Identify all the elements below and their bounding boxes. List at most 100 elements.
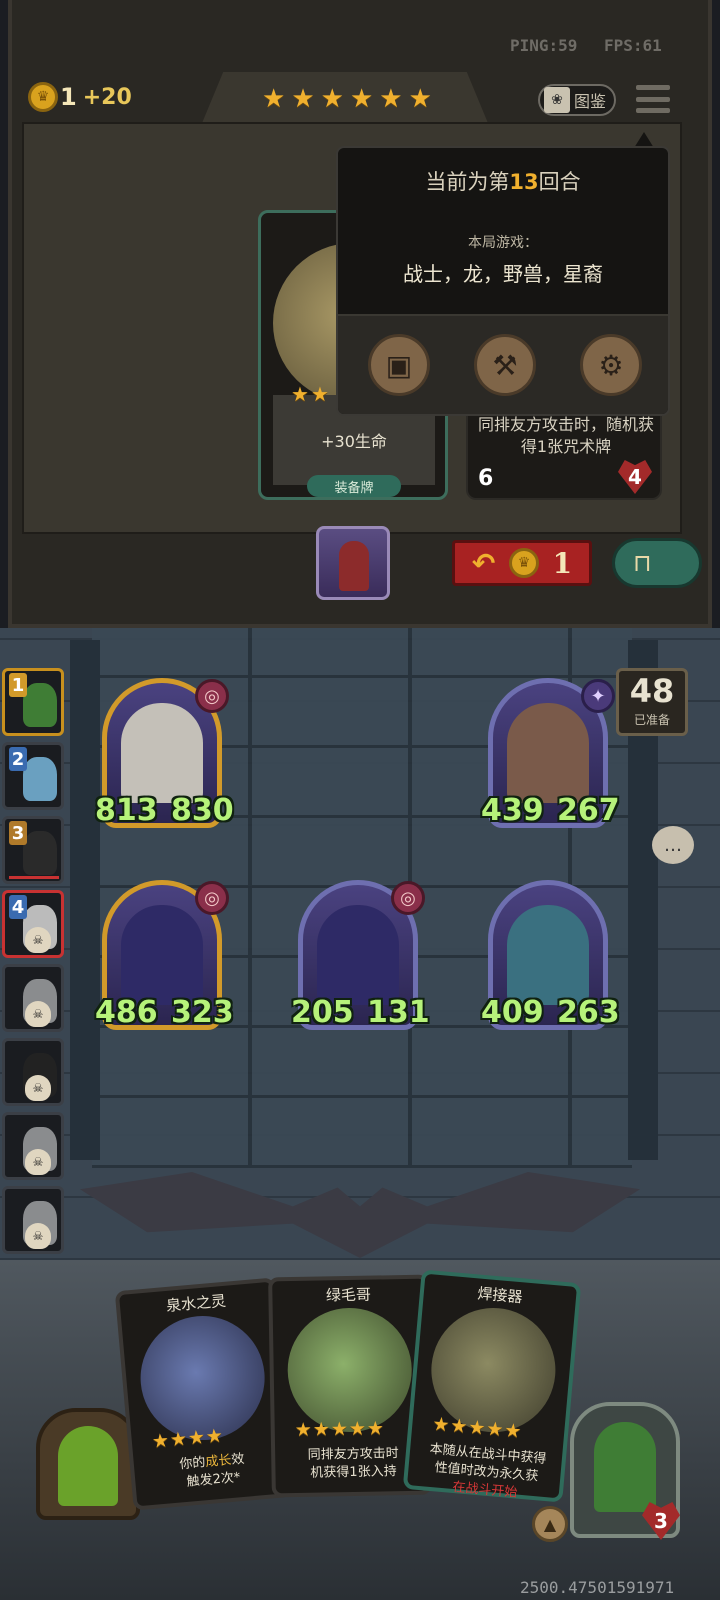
ping-readout: PING:59 — [510, 36, 578, 55]
player-avatar — [23, 757, 57, 801]
swirl-badge-icon: ◎ — [195, 679, 229, 713]
skull-icon: ☠ — [25, 1223, 51, 1249]
crown-coin-icon: ♛ — [28, 82, 58, 112]
refresh-cost: 1 — [552, 546, 573, 580]
rank-number: 1 — [9, 673, 27, 697]
card-stars: ★ ★ — [291, 381, 329, 407]
card-title: 焊接器 — [476, 1284, 524, 1307]
rank-number: 4 — [9, 895, 27, 919]
card-art — [286, 1306, 413, 1434]
board-minion[interactable]: ✦ 439 267 — [481, 678, 620, 828]
gear-icon[interactable]: ⚙ — [580, 334, 642, 396]
debug-readout: 2500.47501591971 — [520, 1578, 675, 1597]
axe-icon[interactable]: ⚒ — [474, 334, 536, 396]
card-health: 4 — [618, 460, 652, 494]
player-rank-list: 1 2 3 ☠ 4 ☠ ☠ ☠ ☠ — [2, 668, 70, 1260]
opponent-hero-portrait[interactable] — [316, 526, 390, 600]
rank-entry[interactable]: 3 — [2, 816, 64, 884]
ready-count: 48 — [629, 672, 675, 710]
skull-icon: ☠ — [25, 1149, 51, 1175]
rank-entry[interactable]: ☠ — [2, 1112, 64, 1180]
rank-entry[interactable]: ☠ — [2, 1038, 64, 1106]
card-stars: ★ ★ ★ ★ ★ — [294, 1417, 385, 1441]
rank-entry[interactable]: 1 — [2, 668, 64, 736]
swirl-badge-icon: ◎ — [195, 881, 229, 915]
card-stars: ★ ★ ★ ★ — [151, 1424, 224, 1453]
board-minion[interactable]: 409 263 — [481, 880, 620, 1030]
crown-coin-icon: ♛ — [508, 548, 539, 578]
card-attack: 6 — [478, 466, 494, 491]
padlock-icon: ⊓ — [633, 549, 652, 577]
minion-art — [507, 905, 589, 1005]
tier-star: ★ — [320, 84, 344, 114]
minion-health: 267 — [557, 793, 620, 828]
rank-entry-self[interactable]: ☠ 4 — [2, 890, 64, 958]
minion-attack: 813 — [95, 793, 158, 828]
rank-number: 3 — [9, 821, 27, 845]
ready-label: 已准备 — [633, 713, 670, 727]
tier-star: ★ — [379, 84, 403, 114]
card-book-icon[interactable]: ▣ — [368, 334, 430, 396]
board-minion[interactable]: ◎ 205 131 — [291, 880, 430, 1030]
codex-button[interactable]: ❀ 图鉴 — [538, 84, 616, 116]
tribes-list: 战士，龙，野兽，星裔 — [403, 262, 603, 286]
skull-icon: ☠ — [25, 927, 51, 953]
rank-entry[interactable]: 2 — [2, 742, 64, 810]
round-text: 当前为第13回合 — [425, 170, 581, 194]
minion-attack: 486 — [95, 995, 158, 1030]
minion-attack: 205 — [291, 995, 354, 1030]
gold-income: +20 — [82, 84, 132, 110]
card-star: ★ — [291, 382, 309, 406]
card-text: 同排友方攻击时，随机获得1张咒术牌 — [477, 415, 654, 456]
card-text: 同排友方攻击时 机获得1张入持 — [307, 1446, 399, 1481]
skull-icon: ☠ — [25, 1001, 51, 1027]
book-icon: ❀ — [544, 87, 570, 113]
player-avatar — [23, 831, 57, 875]
refresh-shop-button[interactable]: ↶ ♛ 1 — [452, 540, 592, 586]
menu-button[interactable] — [636, 82, 670, 116]
minion-health: 263 — [557, 995, 620, 1030]
minion-health: 830 — [171, 793, 234, 828]
tier-star: ★ — [262, 84, 286, 114]
ready-counter: 48 已准备 — [616, 668, 688, 736]
board-minion[interactable]: ◎ 486 323 — [95, 880, 234, 1030]
rank-health-bar — [9, 876, 59, 879]
star-badge-icon: ✦ — [581, 679, 615, 713]
gold-value: 1 — [60, 83, 77, 111]
fps-readout: FPS:61 — [604, 36, 662, 55]
tavern-tier-stars: ★ ★ ★ ★ ★ ★ — [262, 86, 432, 112]
skull-icon: ☠ — [25, 1075, 51, 1101]
hamburger-menu-icon — [636, 85, 670, 90]
hand-card[interactable]: 焊接器 ★ ★ ★ ★ ★ 本随从在战斗中获得 性值时改为永久获 在战斗开始 — [402, 1269, 582, 1503]
card-text: 你的成长效 触发2次* — [178, 1451, 246, 1490]
tier-star: ★ — [291, 84, 315, 114]
hero-power-button[interactable] — [36, 1408, 140, 1520]
card-title: 泉水之灵 — [165, 1291, 227, 1315]
minion-health: 323 — [171, 995, 234, 1030]
card-title: 绿毛哥 — [325, 1285, 372, 1305]
rank-entry[interactable]: ☠ — [2, 1186, 64, 1254]
tier-star: ★ — [408, 84, 432, 114]
card-stars: ★ ★ ★ ★ ★ — [431, 1412, 523, 1443]
hand-card[interactable]: 泉水之灵 ★ ★ ★ ★ 你的成长效 触发2次* — [114, 1277, 294, 1511]
lock-shop-button[interactable]: ⊓ — [612, 538, 702, 588]
codex-label: 图鉴 — [574, 92, 607, 111]
card-art — [135, 1310, 270, 1446]
card-type-label: 装备牌 — [307, 475, 401, 497]
rank-number: 2 — [9, 747, 27, 771]
minion-attack: 409 — [481, 995, 544, 1030]
round-number: 13 — [509, 170, 539, 194]
pillar — [70, 640, 100, 1160]
minion-art — [121, 905, 203, 1005]
board-minion[interactable]: ◎ 813 830 — [95, 678, 234, 828]
minion-art — [507, 703, 589, 803]
tier-star: ★ — [349, 84, 374, 114]
refresh-arrow-icon: ↶ — [471, 546, 496, 580]
upgrade-icon[interactable]: ▲ — [532, 1506, 568, 1542]
minion-art — [317, 905, 399, 1005]
card-star: ★ — [310, 382, 329, 406]
player-avatar — [23, 683, 57, 727]
swirl-badge-icon: ◎ — [391, 881, 425, 915]
rank-entry[interactable]: ☠ — [2, 964, 64, 1032]
chat-bubble-icon[interactable]: … — [652, 826, 694, 864]
